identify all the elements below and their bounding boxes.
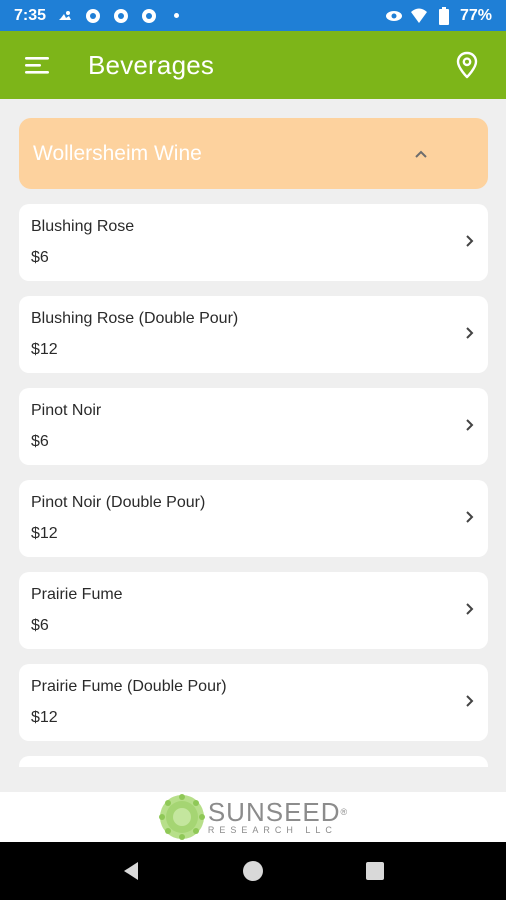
chrome-icon: [84, 7, 102, 25]
logo-subtitle: RESEARCH LLC: [207, 824, 337, 835]
item-price: $6: [31, 249, 49, 266]
sunseed-logo-mark-icon: [158, 794, 205, 840]
list-item[interactable]: Pinot Noir $6: [19, 388, 488, 465]
category-header[interactable]: Wollersheim Wine: [19, 118, 488, 189]
home-circle-icon: [243, 861, 263, 881]
battery-percent: 77%: [459, 6, 492, 24]
sunseed-logo: SUNSEED® RESEARCH LLC: [158, 793, 348, 841]
cloud-sun-icon: [56, 7, 74, 25]
chrome-icon: [112, 7, 130, 25]
chevron-right-icon: [464, 694, 474, 708]
item-name: Blushing Rose: [31, 218, 135, 235]
item-name: Prairie Fume: [31, 586, 123, 603]
list-item[interactable]: Prairie Fume $6: [19, 572, 488, 649]
nav-back-button[interactable]: [111, 851, 151, 891]
item-list: Blushing Rose $6 Blushing Rose (Double P…: [19, 204, 488, 767]
chrome-icon: [140, 7, 158, 25]
category-title: Wollersheim Wine: [33, 141, 202, 165]
menu-button[interactable]: [18, 46, 56, 84]
location-pin-icon: [456, 51, 478, 79]
chevron-right-icon: [464, 418, 474, 432]
list-item[interactable]: Blushing Rose (Double Pour) $12: [19, 296, 488, 373]
recents-square-icon: [366, 862, 384, 880]
app-bar: Beverages: [0, 31, 506, 99]
nav-recents-button[interactable]: [355, 851, 395, 891]
item-name: Blushing Rose (Double Pour): [31, 310, 239, 327]
system-nav-bar: [0, 842, 506, 900]
footer: SUNSEED® RESEARCH LLC: [0, 792, 506, 842]
item-price: $6: [31, 433, 49, 450]
logo-registered-mark: ®: [340, 806, 349, 817]
list-item[interactable]: Pinot Noir (Double Pour) $12: [19, 480, 488, 557]
item-price: $12: [31, 709, 58, 726]
page-title: Beverages: [88, 49, 215, 80]
back-triangle-icon: [124, 862, 138, 880]
chevron-up-icon: [414, 149, 428, 159]
vpn-key-icon: [385, 7, 403, 25]
logo-name: SUNSEED: [207, 796, 341, 827]
wifi-icon: [410, 7, 428, 25]
location-button[interactable]: [448, 46, 486, 84]
item-price: $12: [31, 341, 58, 358]
nav-home-button[interactable]: [233, 851, 273, 891]
list-item-partial[interactable]: [19, 756, 488, 767]
chevron-right-icon: [464, 326, 474, 340]
menu-content: Wollersheim Wine Blushing Rose $6 Blushi…: [0, 99, 506, 767]
notification-dot: [174, 13, 180, 18]
status-bar: 7:35 77%: [0, 0, 506, 31]
item-name: Pinot Noir (Double Pour): [31, 494, 206, 511]
list-item[interactable]: Blushing Rose $6: [19, 204, 488, 281]
menu-icon: [25, 57, 49, 74]
chevron-right-icon: [464, 234, 474, 248]
chevron-right-icon: [464, 510, 474, 524]
item-name: Pinot Noir: [31, 402, 102, 419]
chevron-right-icon: [464, 602, 474, 616]
list-item[interactable]: Prairie Fume (Double Pour) $12: [19, 664, 488, 741]
item-price: $12: [31, 525, 58, 542]
item-price: $6: [31, 617, 49, 634]
status-time: 7:35: [14, 6, 47, 24]
battery-icon: [435, 6, 453, 25]
item-name: Prairie Fume (Double Pour): [31, 678, 227, 695]
